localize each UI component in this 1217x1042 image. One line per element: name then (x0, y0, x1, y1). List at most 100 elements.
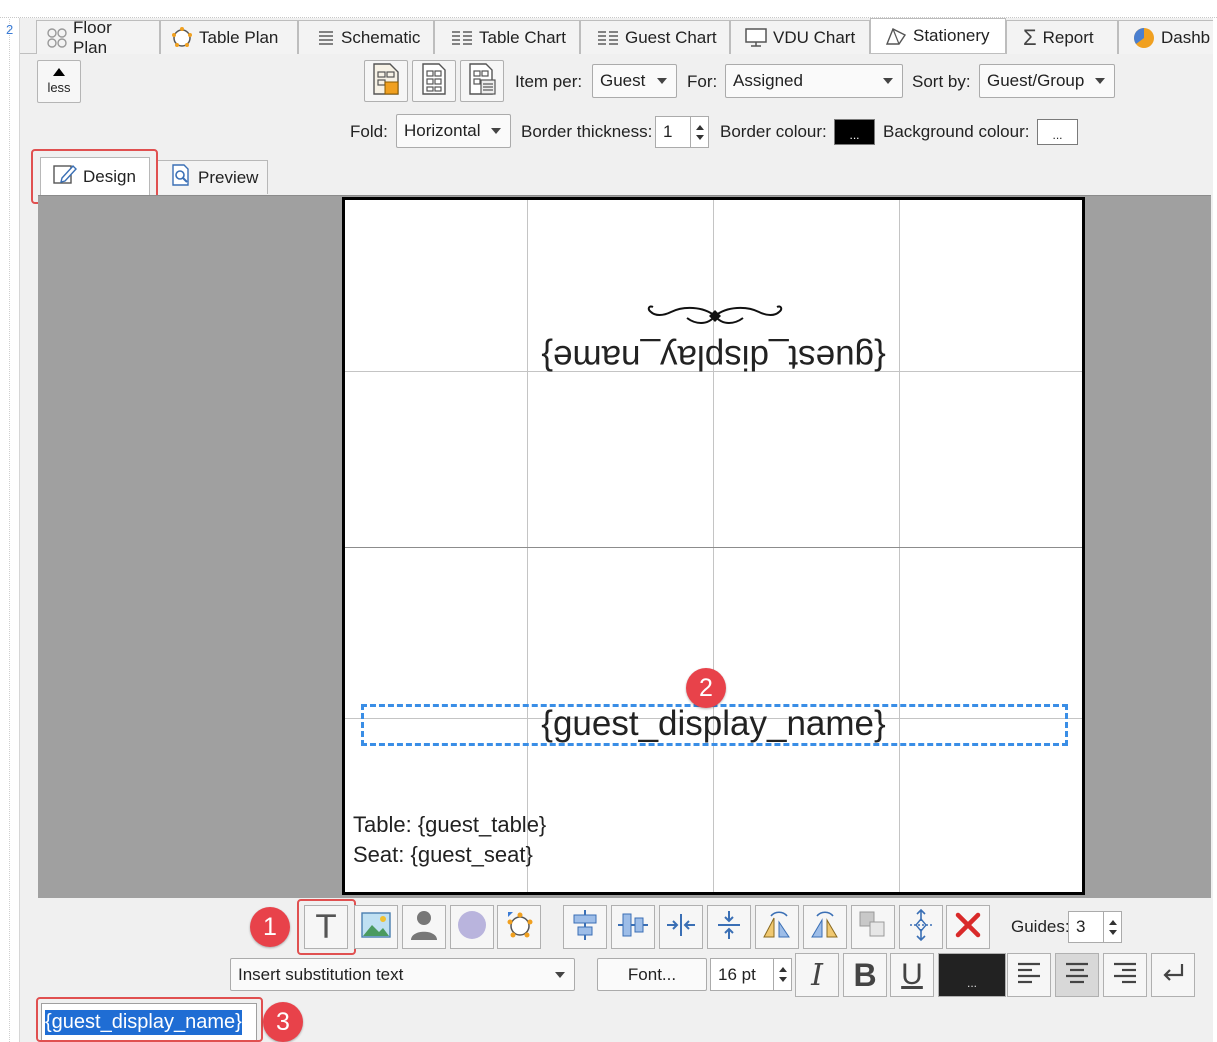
guides-spinner[interactable]: 3 (1068, 911, 1122, 943)
main-tab-bar: Floor Plan Table Plan Schematic Table Ch… (20, 18, 1213, 57)
flip-button[interactable] (803, 905, 847, 949)
document-layout-icon (420, 62, 448, 101)
font-button[interactable]: Font... (597, 958, 707, 991)
insert-substitution-select[interactable]: Insert substitution text (230, 958, 575, 991)
return-arrow-icon (1160, 961, 1186, 990)
table-text[interactable]: Table: {guest_table} (353, 812, 546, 838)
rotate-button[interactable] (755, 905, 799, 949)
arrange-button[interactable] (851, 905, 895, 949)
text-colour-button[interactable]: ... (938, 953, 1006, 997)
guide-vertical-1 (527, 200, 528, 892)
background-colour-label: Background colour: (883, 122, 1030, 141)
background-colour-button[interactable]: ... (1037, 119, 1078, 145)
tab-label: VDU Chart (773, 27, 856, 47)
underline-button[interactable]: U (890, 953, 934, 997)
floor-plan-icon (47, 27, 67, 48)
italic-icon: I (811, 957, 823, 993)
tab-report[interactable]: Σ Report (1006, 20, 1118, 54)
spinner-arrows-icon[interactable] (690, 117, 708, 147)
center-horizontally-button[interactable] (659, 905, 703, 949)
tab-label: Table Chart (479, 27, 566, 47)
align-center-horizontal-button[interactable] (563, 905, 607, 949)
fold-value: Horizontal (404, 121, 481, 140)
image-icon (361, 911, 391, 943)
center-horizontal-icon (665, 913, 697, 942)
align-horizontal-icon (570, 909, 600, 946)
distribute-button[interactable] (899, 905, 943, 949)
tab-table-chart[interactable]: Table Chart (434, 20, 580, 54)
schematic-icon (317, 29, 335, 47)
less-button[interactable]: less (37, 60, 81, 103)
border-colour-label: Border colour: (720, 122, 827, 141)
align-center-icon (1064, 960, 1090, 991)
tab-label: Floor Plan (73, 17, 112, 57)
font-size-spinner[interactable]: 16 pt (710, 958, 792, 991)
border-thickness-value: 1 (663, 122, 673, 141)
align-center-vertical-button[interactable] (611, 905, 655, 949)
guest-name-upside-down[interactable]: {guest_display_name} (345, 337, 1082, 377)
fold-label: Fold: (350, 122, 388, 141)
table-plan-icon (171, 26, 193, 49)
tab-guest-chart[interactable]: Guest Chart (580, 20, 730, 54)
torn-top-edge (0, 0, 1217, 18)
spinner-arrows-icon[interactable] (1103, 912, 1121, 942)
rotate-shape-icon (761, 910, 793, 945)
border-thickness-spinner[interactable]: 1 (655, 116, 709, 148)
align-left-icon (1016, 960, 1042, 991)
spinner-arrows-icon[interactable] (773, 959, 791, 990)
tab-label: Dashb (1161, 27, 1211, 47)
tab-label: Report (1042, 27, 1094, 47)
for-label: For: (687, 72, 718, 91)
fold-select[interactable]: Horizontal (396, 114, 511, 148)
add-image-button[interactable] (354, 905, 398, 949)
bold-button[interactable]: B (843, 953, 887, 997)
new-layout-button[interactable] (364, 60, 408, 102)
triangle-up-icon (53, 68, 65, 76)
delete-button[interactable] (946, 905, 990, 949)
align-right-button[interactable] (1103, 953, 1147, 997)
center-vertically-button[interactable] (707, 905, 751, 949)
add-table-button[interactable] (497, 905, 541, 949)
wrap-text-button[interactable] (1151, 953, 1195, 997)
tab-stationery[interactable]: Stationery (870, 18, 1006, 53)
tab-floor-plan[interactable]: Floor Plan (36, 18, 160, 57)
seat-text[interactable]: Seat: {guest_seat} (353, 842, 533, 868)
background-colour-ellipsis: ... (1052, 128, 1063, 142)
italic-button[interactable]: I (795, 953, 839, 997)
text-tool-highlight (297, 899, 356, 955)
align-vertical-icon (617, 910, 649, 945)
table-chart-icon (451, 29, 473, 47)
align-center-button[interactable] (1055, 953, 1099, 997)
tab-preview[interactable]: Preview (157, 160, 268, 194)
tab-schematic[interactable]: Schematic (298, 20, 434, 54)
sort-by-select[interactable]: Guest/Group (979, 64, 1115, 98)
left-edge (0, 0, 10, 1042)
add-photo-button[interactable] (402, 905, 446, 949)
chevron-down-icon (491, 128, 501, 134)
border-colour-button[interactable]: ... (834, 119, 875, 145)
for-select[interactable]: Assigned (725, 64, 903, 98)
chevron-down-icon (657, 78, 667, 84)
add-shape-button[interactable] (450, 905, 494, 949)
preview-icon (170, 164, 192, 191)
layout-template-button[interactable] (412, 60, 456, 102)
person-icon (409, 909, 439, 946)
bold-icon: B (853, 956, 877, 993)
place-card[interactable]: {guest_display_name} {guest_display_name… (342, 197, 1085, 895)
callout-badge-1: 1 (250, 907, 290, 947)
guest-name-text[interactable]: {guest_display_name} (345, 704, 1082, 744)
tab-label: Stationery (913, 26, 990, 45)
callout-badge-2: 2 (686, 668, 726, 708)
align-right-icon (1112, 960, 1138, 991)
text-input-highlight (36, 997, 263, 1042)
layout-options-button[interactable] (460, 60, 504, 102)
tab-vdu-chart[interactable]: VDU Chart (730, 20, 870, 54)
tab-dashboard[interactable]: Dashb (1118, 20, 1213, 54)
center-vertical-icon (717, 909, 741, 946)
border-thickness-label: Border thickness: (521, 122, 653, 141)
sort-by-value: Guest/Group (987, 71, 1085, 90)
item-per-select[interactable]: Guest (592, 64, 677, 98)
tab-table-plan[interactable]: Table Plan (160, 20, 298, 54)
guides-value: 3 (1076, 917, 1086, 936)
align-left-button[interactable] (1007, 953, 1051, 997)
